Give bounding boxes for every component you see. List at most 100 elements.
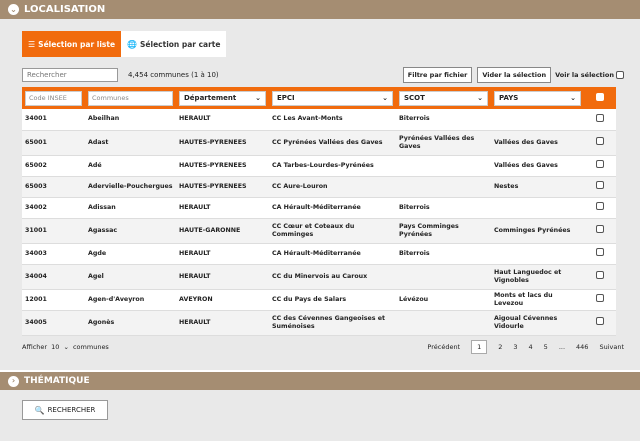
page-link-5[interactable]: 5: [544, 343, 548, 351]
cell-code: 65001: [22, 130, 85, 156]
localisation-panel: ☰ Sélection par liste 🌐 Sélection par ca…: [0, 19, 640, 370]
row-checkbox[interactable]: [596, 181, 604, 190]
table-row[interactable]: 31001 Agassac HAUTE-GARONNE CC Cœur et C…: [22, 218, 616, 244]
search-button[interactable]: 🔍 RECHERCHER: [22, 400, 108, 420]
table-row[interactable]: 65001 Adast HAUTES-PYRENEES CC Pyrénées …: [22, 130, 616, 156]
previous-page-link[interactable]: Précédent: [427, 343, 460, 351]
search-area: 🔍 RECHERCHER: [0, 390, 640, 441]
table-row[interactable]: 34005 Agonès HERAULT CC des Cévennes Gan…: [22, 310, 616, 336]
thematique-header[interactable]: › THÉMATIQUE: [0, 372, 640, 390]
pagination: Précédent 1 2 3 4 5 ... 446 Suivant: [427, 339, 624, 354]
selection-tabs: ☰ Sélection par liste 🌐 Sélection par ca…: [22, 31, 624, 57]
globe-icon: 🌐: [127, 39, 138, 49]
cell-pays: Aigoual Cévennes Vidourle: [491, 310, 584, 336]
select-all-checkbox[interactable]: [596, 93, 604, 101]
chevron-down-icon: ⌄: [477, 94, 483, 102]
page-size-unit: communes: [72, 342, 109, 351]
cell-dept: HERAULT: [176, 310, 269, 336]
column-epci-label: EPCI: [277, 94, 295, 102]
filter-code-insee[interactable]: Code INSEE: [25, 90, 82, 106]
list-icon: ☰: [28, 39, 36, 49]
cell-pays: [491, 109, 584, 131]
cell-commune: Agonès: [85, 310, 176, 336]
table-row[interactable]: 34002 Adissan HERAULT CA Hérault-Méditer…: [22, 197, 616, 219]
cell-pays: Vallées des Gaves: [491, 130, 584, 156]
show-selection-checkbox[interactable]: [616, 71, 624, 79]
tab-label: Sélection par liste: [38, 39, 116, 49]
filter-scot[interactable]: SCOT ⌄: [399, 90, 488, 106]
cell-code: 34005: [22, 310, 85, 336]
cell-scot: Biterrois: [396, 243, 491, 265]
cell-pays: Monts et lacs du Levezou: [491, 289, 584, 311]
cell-epci: CA Tarbes-Lourdes-Pyrénées: [269, 155, 396, 177]
chevron-down-icon: ⌄: [570, 94, 576, 102]
cell-epci: CC du Pays de Salars: [269, 289, 396, 311]
search-input[interactable]: [22, 68, 118, 82]
cell-dept: HAUTES-PYRENEES: [176, 155, 269, 177]
row-checkbox[interactable]: [596, 202, 604, 211]
localisation-title: LOCALISATION: [24, 4, 106, 15]
filter-by-file-button[interactable]: Filtre par fichier: [402, 67, 473, 83]
communes-table: Code INSEE Communes Département ⌄ EPCI ⌄ S…: [22, 87, 616, 336]
cell-scot: Biterrois: [396, 197, 491, 219]
row-checkbox[interactable]: [596, 248, 604, 257]
show-label: Afficher: [22, 342, 48, 351]
cell-commune: Agassac: [85, 218, 176, 244]
row-checkbox[interactable]: [596, 317, 604, 326]
show-selection-toggle[interactable]: Voir la sélection: [555, 71, 624, 79]
cell-scot: [396, 264, 491, 290]
table-row[interactable]: 65003 Adervielle-Pouchergues HAUTES-PYRE…: [22, 176, 616, 198]
filter-communes[interactable]: Communes: [88, 90, 173, 106]
cell-commune: Adervielle-Pouchergues: [85, 176, 176, 198]
filter-epci[interactable]: EPCI ⌄: [272, 90, 393, 106]
page-size-select[interactable]: 10 ⌄: [51, 343, 69, 351]
cell-dept: HAUTE-GARONNE: [176, 218, 269, 244]
row-checkbox[interactable]: [596, 137, 604, 146]
clear-selection-button[interactable]: Vider la sélection: [477, 67, 552, 83]
page-link-3[interactable]: 3: [513, 343, 517, 351]
row-checkbox[interactable]: [596, 160, 604, 169]
cell-code: 12001: [22, 289, 85, 311]
tab-selection-map[interactable]: 🌐 Sélection par carte: [121, 31, 227, 57]
cell-pays: Comminges Pyrénées: [491, 218, 584, 244]
row-checkbox[interactable]: [596, 271, 604, 280]
tab-label: Sélection par carte: [140, 39, 221, 49]
page-link-2[interactable]: 2: [498, 343, 502, 351]
cell-scot: [396, 310, 491, 336]
cell-code: 34004: [22, 264, 85, 290]
table-row[interactable]: 34004 Agel HERAULT CC du Minervois au Ca…: [22, 264, 616, 290]
page-link-4[interactable]: 4: [529, 343, 533, 351]
page-link-446[interactable]: 446: [576, 343, 588, 351]
next-page-link[interactable]: Suivant: [599, 343, 624, 351]
page-link-1[interactable]: 1: [471, 339, 488, 354]
thematique-title: THÉMATIQUE: [24, 376, 90, 386]
list-toolbar: 4,454 communes (1 à 10) Filtre par fichi…: [22, 67, 624, 83]
chevron-right-icon: ›: [8, 375, 19, 387]
cell-epci: CC du Minervois au Caroux: [269, 264, 396, 290]
row-checkbox[interactable]: [596, 113, 604, 122]
row-checkbox[interactable]: [596, 225, 604, 234]
table-row[interactable]: 65002 Adé HAUTES-PYRENEES CA Tarbes-Lour…: [22, 155, 616, 177]
column-scot-label: SCOT: [404, 94, 425, 102]
cell-commune: Agen-d'Aveyron: [85, 289, 176, 311]
table-row[interactable]: 34001 Abeilhan HERAULT CC Les Avant-Mont…: [22, 109, 616, 131]
page-size-value: 10: [51, 342, 60, 351]
cell-scot: [396, 155, 491, 177]
row-checkbox[interactable]: [596, 294, 604, 303]
cell-commune: Agde: [85, 243, 176, 265]
page-ellipsis: ...: [558, 342, 566, 351]
localisation-header[interactable]: ⌄ LOCALISATION: [0, 0, 640, 19]
filter-departement[interactable]: Département ⌄: [179, 90, 266, 106]
tab-selection-list[interactable]: ☰ Sélection par liste: [22, 31, 122, 57]
cell-pays: Nestes: [491, 176, 584, 198]
cell-dept: HERAULT: [176, 243, 269, 265]
cell-epci: CC Aure-Louron: [269, 176, 396, 198]
cell-commune: Agel: [85, 264, 176, 290]
page-size-control: Afficher 10 ⌄ communes: [22, 343, 109, 351]
table-row[interactable]: 34003 Agde HERAULT CA Hérault-Méditerran…: [22, 243, 616, 265]
show-selection-label: Voir la sélection: [555, 71, 614, 79]
column-pays-label: PAYS: [499, 94, 519, 102]
filter-pays[interactable]: PAYS ⌄: [494, 90, 581, 106]
cell-code: 65003: [22, 176, 85, 198]
table-row[interactable]: 12001 Agen-d'Aveyron AVEYRON CC du Pays …: [22, 289, 616, 311]
